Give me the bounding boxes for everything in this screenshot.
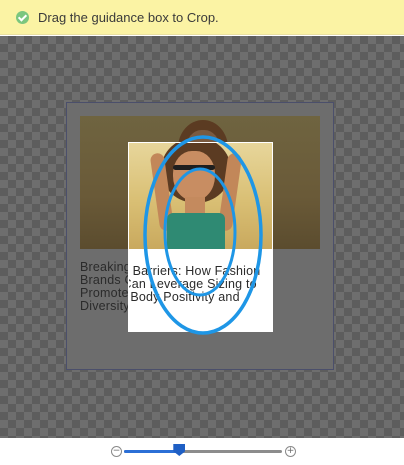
figure-face — [173, 151, 215, 201]
zoom-slider[interactable] — [124, 444, 282, 456]
zoom-slider-thumb[interactable] — [173, 444, 186, 456]
zoom-control: − + — [0, 438, 404, 465]
zoom-in-icon[interactable]: + — [285, 446, 296, 457]
crop-editor: Drag the guidance box to Crop. Breaking … — [0, 0, 404, 465]
crop-guidance-box[interactable]: Breaking Barriers: How Fashion Brands Ca… — [128, 142, 273, 332]
zoom-slider-fill — [124, 450, 180, 453]
instruction-text: Drag the guidance box to Crop. — [38, 9, 219, 25]
instruction-banner: Drag the guidance box to Crop. — [0, 0, 404, 35]
crop-workspace[interactable]: Breaking Barriers: How Fashion Brands Ca… — [0, 36, 404, 438]
checkmark-circle-icon — [16, 10, 29, 24]
crop-photo-preview — [129, 143, 272, 249]
zoom-out-icon[interactable]: − — [111, 446, 122, 457]
crop-headline: Breaking Barriers: How Fashion Brands Ca… — [129, 264, 261, 304]
figure-sunglasses — [173, 165, 215, 170]
figure-neck — [185, 197, 205, 213]
figure-top — [167, 213, 225, 249]
